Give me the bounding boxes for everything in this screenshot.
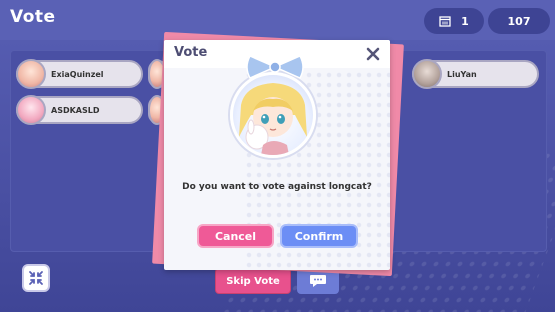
- character-portrait: [239, 83, 307, 155]
- timer-value: 107: [507, 14, 531, 28]
- skip-vote-button[interactable]: Skip Vote: [215, 268, 291, 294]
- target-portrait: [230, 72, 316, 158]
- cancel-button[interactable]: Cancel: [197, 224, 274, 248]
- day-counter: 1: [424, 8, 484, 34]
- day-value: 1: [461, 14, 469, 28]
- vote-question: Do you want to vote against longcat?: [182, 182, 372, 192]
- close-button[interactable]: [364, 45, 382, 63]
- collapse-arrows-icon: [29, 271, 43, 285]
- close-icon: [366, 47, 380, 61]
- player-slot[interactable]: LiuYan: [412, 59, 539, 89]
- collapse-button[interactable]: [22, 264, 50, 292]
- calendar-icon: [439, 16, 451, 27]
- avatar: [16, 59, 46, 89]
- dialog-title: Vote: [174, 45, 208, 60]
- avatar: [16, 95, 46, 125]
- ribbon-bow-icon: [246, 55, 304, 79]
- page-title: Vote: [10, 7, 56, 27]
- player-name: ASDKASLD: [51, 105, 100, 115]
- vote-dialog: Vote Do you want to vote against longcat…: [164, 40, 390, 270]
- player-name: ExiaQuinzel: [51, 69, 104, 79]
- avatar: [412, 59, 442, 89]
- player-name: LiuYan: [447, 69, 477, 79]
- confirm-button[interactable]: Confirm: [280, 224, 358, 248]
- player-slot[interactable]: ExiaQuinzel: [16, 59, 143, 89]
- timer: 107: [488, 8, 550, 34]
- top-bar: Vote 1 107: [0, 0, 555, 40]
- chat-bubble-icon: [310, 275, 326, 287]
- player-slot[interactable]: ASDKASLD: [16, 95, 143, 125]
